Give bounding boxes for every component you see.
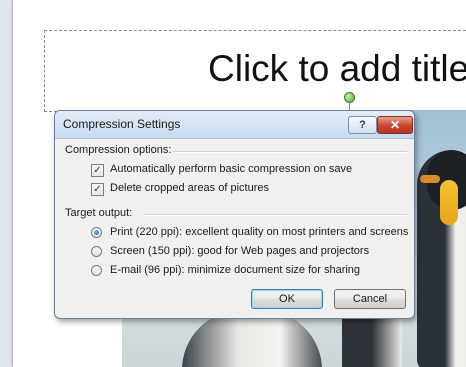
basic-compression-label: Automatically perform basic compression … bbox=[110, 163, 353, 175]
email-radio[interactable] bbox=[91, 265, 102, 276]
screen-label: Screen (150 ppi): good for Web pages and… bbox=[110, 245, 370, 257]
delete-cropped-checkbox[interactable]: ✓ bbox=[91, 183, 104, 196]
close-button[interactable]: ✕ bbox=[377, 116, 413, 134]
compression-settings-dialog: Compression Settings ? ✕ Compression opt… bbox=[54, 110, 415, 319]
title-placeholder-text: Click to add title bbox=[208, 48, 466, 89]
target-output-label: Target output: bbox=[65, 207, 133, 219]
ok-button[interactable]: OK bbox=[251, 289, 323, 309]
delete-cropped-label: Delete cropped areas of pictures bbox=[110, 182, 269, 194]
rotation-handle[interactable] bbox=[344, 92, 355, 103]
compression-options-label: Compression options: bbox=[65, 144, 172, 156]
help-button[interactable]: ? bbox=[348, 116, 377, 134]
basic-compression-checkbox[interactable]: ✓ bbox=[91, 164, 104, 177]
screen-radio[interactable] bbox=[91, 246, 102, 257]
dialog-title: Compression Settings bbox=[63, 117, 181, 131]
penguin-ear-patch bbox=[440, 180, 458, 225]
penguin-beak bbox=[420, 175, 440, 183]
dialog-titlebar[interactable]: Compression Settings ? ✕ bbox=[55, 111, 414, 139]
separator bbox=[143, 214, 407, 216]
print-label: Print (220 ppi): excellent quality on mo… bbox=[110, 226, 409, 238]
separator bbox=[173, 151, 407, 153]
email-label: E-mail (96 ppi): minimize document size … bbox=[110, 264, 361, 276]
print-radio[interactable] bbox=[91, 227, 102, 238]
cancel-button[interactable]: Cancel bbox=[334, 289, 406, 309]
